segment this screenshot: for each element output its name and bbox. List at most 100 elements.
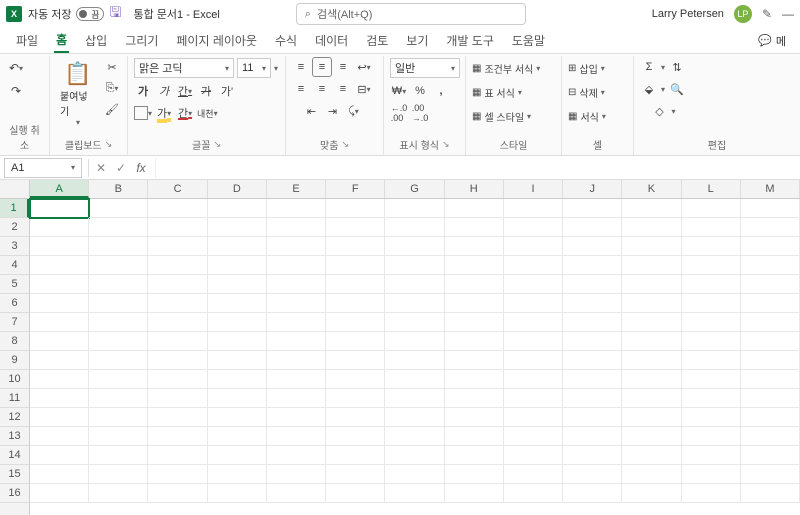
cell-B1[interactable] (89, 199, 148, 218)
column-header-E[interactable]: E (267, 180, 326, 198)
cell-L10[interactable] (682, 370, 741, 389)
cell-H6[interactable] (445, 294, 504, 313)
cell-E11[interactable] (267, 389, 326, 408)
cell-J10[interactable] (563, 370, 622, 389)
cell-F8[interactable] (326, 332, 385, 351)
indent-inc-button[interactable]: ⇥ (324, 102, 342, 120)
cell-A3[interactable] (30, 237, 89, 256)
cell-I13[interactable] (504, 427, 563, 446)
cell-K9[interactable] (622, 351, 681, 370)
row-header-9[interactable]: 9 (0, 351, 29, 370)
cell-A12[interactable] (30, 408, 89, 427)
cell-H4[interactable] (445, 256, 504, 275)
row-header-12[interactable]: 12 (0, 408, 29, 427)
redo-button[interactable]: ↷ (6, 81, 26, 101)
cell-M11[interactable] (741, 389, 800, 408)
cell-B7[interactable] (89, 313, 148, 332)
find-button[interactable]: 🔍 (668, 80, 686, 98)
cell-B2[interactable] (89, 218, 148, 237)
cell-C2[interactable] (148, 218, 207, 237)
format-painter-button[interactable]: 🖌 (103, 100, 121, 118)
tab-formulas[interactable]: 수식 (273, 29, 299, 52)
cell-L16[interactable] (682, 484, 741, 503)
cell-L3[interactable] (682, 237, 741, 256)
cell-M15[interactable] (741, 465, 800, 484)
cell-D13[interactable] (208, 427, 267, 446)
cell-K8[interactable] (622, 332, 681, 351)
cell-M5[interactable] (741, 275, 800, 294)
cell-B10[interactable] (89, 370, 148, 389)
cell-B5[interactable] (89, 275, 148, 294)
row-header-6[interactable]: 6 (0, 294, 29, 313)
cell-J7[interactable] (563, 313, 622, 332)
column-header-F[interactable]: F (326, 180, 385, 198)
cell-E14[interactable] (267, 446, 326, 465)
cell-M2[interactable] (741, 218, 800, 237)
cell-E3[interactable] (267, 237, 326, 256)
undo-button[interactable]: ↶▾ (6, 58, 26, 78)
delete-cells-button[interactable]: ⊟삭제▾ (568, 82, 605, 102)
cell-C10[interactable] (148, 370, 207, 389)
cell-G9[interactable] (385, 351, 444, 370)
cell-K16[interactable] (622, 484, 681, 503)
font-grow-icon[interactable]: ▾ (274, 64, 278, 73)
cell-G8[interactable] (385, 332, 444, 351)
cell-L12[interactable] (682, 408, 741, 427)
merge-button[interactable]: ⊟▾ (355, 80, 373, 98)
cell-D9[interactable] (208, 351, 267, 370)
cell-I9[interactable] (504, 351, 563, 370)
cell-B15[interactable] (89, 465, 148, 484)
cell-K12[interactable] (622, 408, 681, 427)
border-button[interactable]: ▾ (134, 104, 152, 122)
cut-button[interactable]: ✂ (103, 58, 121, 76)
cell-K14[interactable] (622, 446, 681, 465)
cell-E10[interactable] (267, 370, 326, 389)
cell-I4[interactable] (504, 256, 563, 275)
tab-developer[interactable]: 개발 도구 (444, 29, 496, 52)
cell-L2[interactable] (682, 218, 741, 237)
column-header-D[interactable]: D (208, 180, 267, 198)
cell-L8[interactable] (682, 332, 741, 351)
cell-B12[interactable] (89, 408, 148, 427)
cell-E9[interactable] (267, 351, 326, 370)
cell-I11[interactable] (504, 389, 563, 408)
comments-icon[interactable]: 💬 (758, 34, 772, 47)
cell-H16[interactable] (445, 484, 504, 503)
cell-C4[interactable] (148, 256, 207, 275)
cell-F6[interactable] (326, 294, 385, 313)
clipboard-launcher[interactable]: ↘ (105, 139, 113, 150)
cell-G14[interactable] (385, 446, 444, 465)
cell-J16[interactable] (563, 484, 622, 503)
cell-E13[interactable] (267, 427, 326, 446)
cell-E7[interactable] (267, 313, 326, 332)
column-header-A[interactable]: A (30, 180, 89, 198)
cell-J13[interactable] (563, 427, 622, 446)
cell-B16[interactable] (89, 484, 148, 503)
cell-C5[interactable] (148, 275, 207, 294)
clear-button[interactable]: ◇ (651, 102, 669, 120)
cell-C8[interactable] (148, 332, 207, 351)
cell-I1[interactable] (504, 199, 563, 218)
italic-button[interactable]: 가 (155, 82, 173, 100)
cell-J15[interactable] (563, 465, 622, 484)
cancel-formula-button[interactable]: ✕ (91, 161, 111, 175)
cell-K11[interactable] (622, 389, 681, 408)
bold-button[interactable]: 가 (134, 82, 152, 100)
cell-F9[interactable] (326, 351, 385, 370)
cell-E16[interactable] (267, 484, 326, 503)
row-header-4[interactable]: 4 (0, 256, 29, 275)
tab-draw[interactable]: 그리기 (123, 29, 160, 52)
tab-pagelayout[interactable]: 페이지 레이아웃 (174, 29, 259, 52)
percent-button[interactable]: % (411, 82, 429, 100)
pen-icon[interactable]: ✎ (762, 7, 772, 21)
cell-D8[interactable] (208, 332, 267, 351)
copy-button[interactable]: ⎘▾ (103, 79, 121, 97)
cell-H14[interactable] (445, 446, 504, 465)
font-size-combo[interactable]: 11▾ (237, 58, 271, 78)
cell-F2[interactable] (326, 218, 385, 237)
cell-L11[interactable] (682, 389, 741, 408)
cell-K5[interactable] (622, 275, 681, 294)
cell-K4[interactable] (622, 256, 681, 275)
decrease-decimal-button[interactable]: .00→.0 (411, 104, 429, 122)
tab-data[interactable]: 데이터 (313, 29, 350, 52)
